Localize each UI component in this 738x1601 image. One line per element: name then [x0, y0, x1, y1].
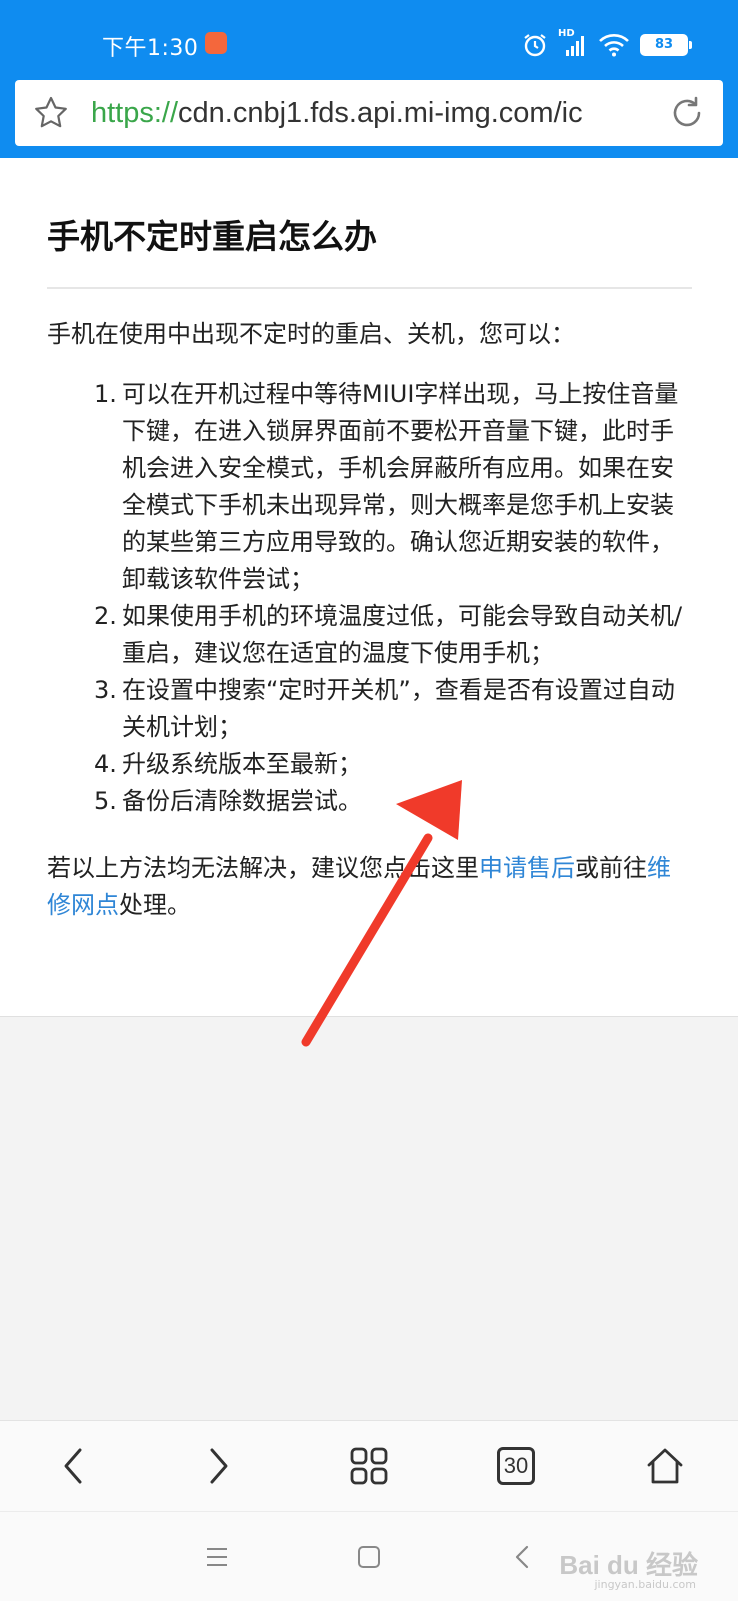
bookmark-star-icon[interactable]: [33, 95, 69, 131]
signal-icon: [566, 36, 584, 56]
list-item-text: 在设置中搜索“定时开关机”，查看是否有设置过自动关机计划；: [122, 676, 675, 741]
list-item-text: 可以在开机过程中等待MIUI字样出现，马上按住音量下键，在进入锁屏界面前不要松开…: [122, 380, 679, 593]
list-item-text: 如果使用手机的环境温度过低，可能会导致自动关机/重启，建议您在适宜的温度下使用手…: [122, 602, 683, 667]
steps-list: 1. 可以在开机过程中等待MIUI字样出现，马上按住音量下键，在进入锁屏界面前不要…: [94, 376, 694, 820]
page-title: 手机不定时重启怎么办: [47, 217, 377, 256]
list-item-number: 5.: [94, 787, 117, 815]
menu-lines-icon: [207, 1548, 227, 1566]
list-item-number: 3.: [94, 676, 117, 704]
list-item-number: 1.: [94, 380, 117, 408]
alarm-icon: [524, 34, 546, 57]
list-item-number: 4.: [94, 750, 117, 778]
forward-button[interactable]: [194, 1441, 244, 1491]
forward-icon: [210, 1448, 228, 1484]
tabs-button[interactable]: 30: [491, 1441, 541, 1491]
watermark-brand: Bai du 经验: [559, 1550, 698, 1580]
title-divider: [47, 287, 692, 289]
back-icon: [64, 1448, 82, 1484]
watermark-site: jingyan.baidu.com: [594, 1578, 696, 1591]
url-text[interactable]: https://cdn.cnbj1.fds.api.mi-img.com/ic: [91, 97, 659, 130]
browser-bottom-toolbar: 30: [0, 1420, 738, 1511]
back-nav-button[interactable]: [505, 1540, 539, 1574]
menu-button[interactable]: [344, 1441, 394, 1491]
list-item: 4. 升级系统版本至最新；: [94, 746, 694, 783]
outro-middle: 或前往: [575, 854, 647, 882]
after-sales-link[interactable]: 申请售后: [479, 854, 575, 882]
reload-icon[interactable]: [669, 95, 705, 131]
address-bar[interactable]: https://cdn.cnbj1.fds.api.mi-img.com/ic: [15, 80, 723, 146]
square-icon: [358, 1546, 380, 1568]
notification-app-icon: [205, 32, 227, 54]
status-time: 下午1:30: [102, 36, 199, 61]
tabs-icon: 30: [497, 1447, 535, 1485]
back-button[interactable]: [48, 1441, 98, 1491]
outro-after: 处理。: [119, 891, 191, 919]
grid-menu-icon: [350, 1447, 388, 1485]
home-icon: [647, 1448, 683, 1484]
home-nav-button[interactable]: [352, 1540, 386, 1574]
battery-indicator: 83: [640, 34, 692, 56]
home-button[interactable]: [640, 1441, 690, 1491]
list-item: 3. 在设置中搜索“定时开关机”，查看是否有设置过自动关机计划；: [94, 672, 694, 746]
toolbar: https://cdn.cnbj1.fds.api.mi-img.com/ic: [0, 80, 738, 158]
url-host: cdn.cnbj1.fds.api.mi-img.com/ic: [178, 96, 583, 129]
list-item-number: 2.: [94, 602, 117, 630]
status-icons: HD 83: [522, 28, 692, 60]
recents-button[interactable]: [200, 1540, 234, 1574]
signal-group: HD: [558, 28, 588, 58]
status-bar: 下午1:30 HD 83: [0, 0, 738, 80]
list-item-text: 升级系统版本至最新；: [122, 750, 362, 778]
list-item: 1. 可以在开机过程中等待MIUI字样出现，马上按住音量下键，在进入锁屏界面前不要…: [94, 376, 694, 598]
annotation-arrow-icon: [301, 780, 462, 1047]
chevron-left-icon: [515, 1545, 529, 1569]
intro-text: 手机在使用中出现不定时的重启、关机，您可以：: [47, 320, 575, 348]
wifi-icon: [599, 34, 629, 57]
list-item: 2. 如果使用手机的环境温度过低，可能会导致自动关机/重启，建议您在适宜的温度下使…: [94, 598, 694, 672]
url-scheme: https://: [91, 96, 179, 129]
